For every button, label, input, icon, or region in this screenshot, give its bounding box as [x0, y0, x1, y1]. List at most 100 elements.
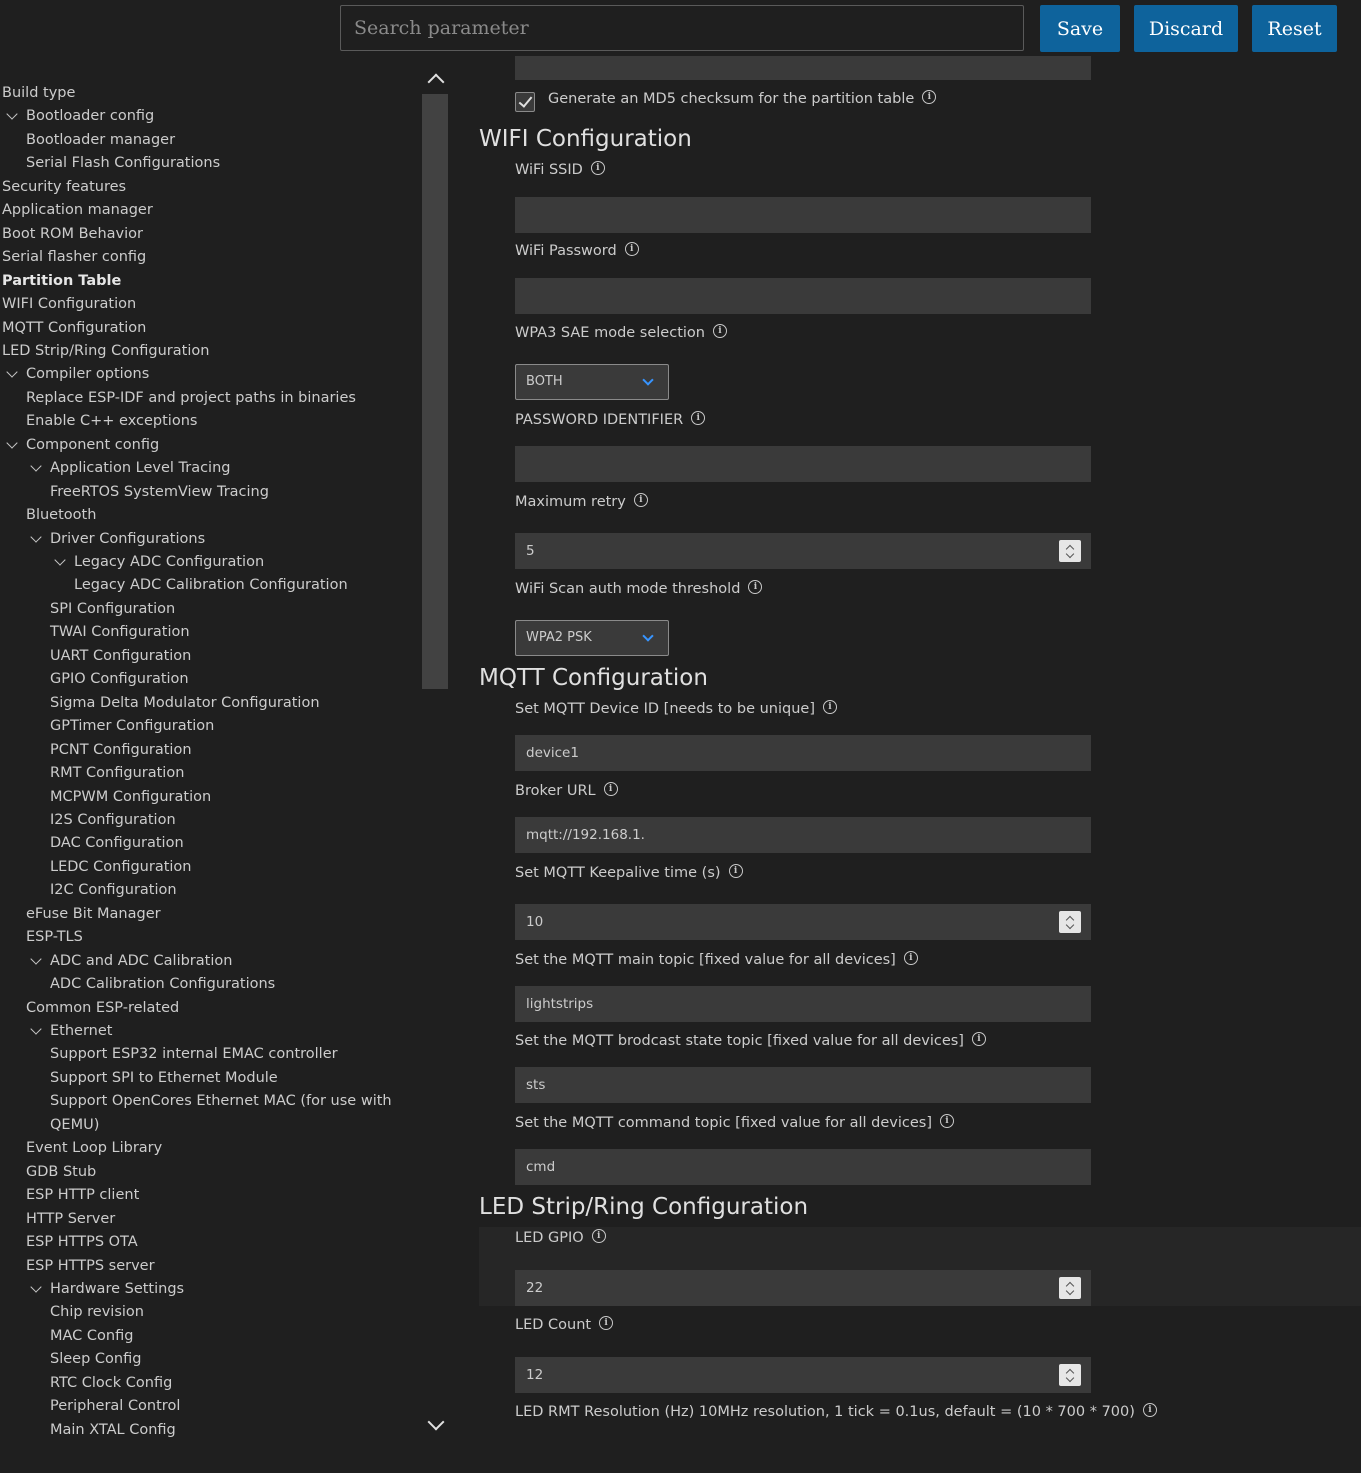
info-icon[interactable]: i	[603, 782, 618, 796]
sidebar-item[interactable]: Bootloader config	[6, 105, 154, 127]
wifi-password-input[interactable]	[515, 278, 1091, 314]
sidebar-item[interactable]: Support ESP32 internal EMAC controller	[50, 1043, 338, 1065]
sidebar-item[interactable]: eFuse Bit Manager	[26, 903, 161, 925]
sidebar-item[interactable]: TWAI Configuration	[50, 621, 190, 643]
info-icon[interactable]: i	[748, 580, 763, 594]
sidebar-item[interactable]: Compiler options	[6, 363, 149, 385]
sidebar-item[interactable]: Legacy ADC Configuration	[54, 551, 264, 573]
sidebar-item[interactable]: Chip revision	[50, 1301, 144, 1323]
sidebar-item[interactable]: DAC Configuration	[50, 832, 184, 854]
password-identifier-input[interactable]	[515, 446, 1091, 482]
sidebar-item[interactable]: MQTT Configuration	[2, 317, 146, 339]
mqtt-main-topic-input[interactable]: lightstrips	[515, 986, 1091, 1022]
sidebar-item[interactable]: LEDC Configuration	[50, 856, 191, 878]
sidebar-item[interactable]: Serial Flash Configurations	[26, 152, 220, 174]
sidebar-item[interactable]: Bootloader manager	[26, 129, 175, 151]
mqtt-state-topic-input[interactable]: sts	[515, 1067, 1091, 1103]
chevron-down-icon[interactable]	[54, 554, 66, 566]
number-stepper[interactable]	[1059, 911, 1081, 933]
sidebar-item[interactable]: Build type	[2, 82, 75, 104]
sidebar-item[interactable]: Serial flasher config	[2, 246, 146, 268]
sidebar-item[interactable]: UART Configuration	[50, 645, 191, 667]
discard-button[interactable]: Discard	[1134, 5, 1238, 52]
sidebar-item[interactable]: SPI Configuration	[50, 598, 175, 620]
chevron-down-icon[interactable]	[30, 1023, 42, 1035]
reset-button[interactable]: Reset	[1252, 5, 1337, 52]
info-icon[interactable]: i	[691, 411, 706, 425]
sidebar-item[interactable]: Sigma Delta Modulator Configuration	[50, 692, 320, 714]
sidebar-item[interactable]: Support SPI to Ethernet Module	[50, 1067, 278, 1089]
sidebar-item[interactable]: ESP HTTPS server	[26, 1255, 155, 1277]
info-icon[interactable]: i	[712, 324, 727, 338]
md5-checkbox[interactable]	[515, 92, 535, 112]
led-count-input[interactable]: 12	[515, 1357, 1091, 1393]
info-icon[interactable]: i	[971, 1032, 986, 1046]
max-retry-input[interactable]: 5	[515, 533, 1091, 569]
chevron-down-icon[interactable]	[6, 437, 18, 449]
sidebar-item[interactable]: ESP-TLS	[26, 926, 83, 948]
sidebar-item[interactable]: Driver Configurations	[30, 528, 205, 550]
sidebar-item[interactable]: Hardware Settings	[30, 1278, 184, 1300]
chevron-down-icon[interactable]	[30, 460, 42, 472]
sidebar-item[interactable]: Common ESP-related	[26, 997, 179, 1019]
sidebar-item[interactable]: PCNT Configuration	[50, 739, 192, 761]
sidebar-item[interactable]: LED Strip/Ring Configuration	[2, 340, 209, 362]
sidebar-item[interactable]: Peripheral Control	[50, 1395, 180, 1417]
number-stepper[interactable]	[1059, 1277, 1081, 1299]
scroll-up-icon[interactable]	[427, 72, 445, 91]
sidebar-item[interactable]: Component config	[6, 434, 159, 456]
number-stepper[interactable]	[1059, 1364, 1081, 1386]
chevron-down-icon[interactable]	[30, 531, 42, 543]
sidebar-item[interactable]: Boot ROM Behavior	[2, 223, 143, 245]
info-icon[interactable]: i	[728, 864, 743, 878]
sidebar-item[interactable]: Ethernet	[30, 1020, 112, 1042]
sidebar-item[interactable]: MCPWM Configuration	[50, 786, 211, 808]
sidebar-item[interactable]: Security features	[2, 176, 126, 198]
number-stepper[interactable]	[1059, 540, 1081, 562]
sidebar-item[interactable]: GPTimer Configuration	[50, 715, 214, 737]
sidebar-item[interactable]: Application manager	[2, 199, 153, 221]
sidebar-item[interactable]: RMT Configuration	[50, 762, 184, 784]
sidebar-item[interactable]: I2C Configuration	[50, 879, 177, 901]
scroll-down-icon[interactable]	[427, 1413, 445, 1431]
info-icon[interactable]: i	[903, 951, 918, 965]
broker-url-input[interactable]: mqtt://192.168.1.	[515, 817, 1091, 853]
sidebar-item[interactable]: MAC Config	[50, 1325, 133, 1347]
sidebar-item[interactable]: Support OpenCores Ethernet MAC (for use …	[50, 1090, 392, 1112]
info-icon[interactable]: i	[1142, 1403, 1157, 1417]
info-icon[interactable]: i	[823, 700, 837, 714]
info-icon[interactable]: i	[939, 1114, 954, 1128]
auth-threshold-select[interactable]: WPA2 PSK	[515, 620, 669, 656]
sidebar-item[interactable]: Bluetooth	[26, 504, 96, 526]
search-input[interactable]	[340, 5, 1024, 51]
sidebar-item[interactable]: FreeRTOS SystemView Tracing	[50, 481, 269, 503]
sidebar-item[interactable]: ADC Calibration Configurations	[50, 973, 275, 995]
sidebar-item[interactable]: Sleep Config	[50, 1348, 141, 1370]
chevron-down-icon[interactable]	[6, 366, 18, 378]
sidebar-item[interactable]: I2S Configuration	[50, 809, 176, 831]
sidebar-scrollbar[interactable]	[422, 94, 448, 689]
sidebar-item[interactable]: ESP HTTP client	[26, 1184, 139, 1206]
info-icon[interactable]: i	[599, 1316, 614, 1330]
sidebar-item[interactable]: GDB Stub	[26, 1161, 96, 1183]
sidebar-item[interactable]: HTTP Server	[26, 1208, 115, 1230]
sidebar-item[interactable]: ESP HTTPS OTA	[26, 1231, 138, 1253]
info-icon[interactable]: i	[591, 1229, 606, 1243]
wifi-ssid-input[interactable]	[515, 197, 1091, 233]
sidebar-item[interactable]: GPIO Configuration	[50, 668, 189, 690]
sidebar-item[interactable]: Legacy ADC Calibration Configuration	[74, 574, 348, 596]
sidebar-item[interactable]: Event Loop Library	[26, 1137, 162, 1159]
mqtt-device-id-input[interactable]: device1	[515, 735, 1091, 771]
sidebar-item[interactable]: Application Level Tracing	[30, 457, 230, 479]
sidebar-item[interactable]: Main XTAL Config	[50, 1419, 176, 1441]
sidebar-item[interactable]: Replace ESP-IDF and project paths in bin…	[26, 387, 356, 409]
sidebar-item[interactable]: Enable C++ exceptions	[26, 410, 197, 432]
sidebar-item[interactable]: RTC Clock Config	[50, 1372, 172, 1394]
wpa3-sae-select[interactable]: BOTH	[515, 364, 669, 400]
save-button[interactable]: Save	[1040, 5, 1120, 52]
sidebar-item[interactable]: Partition Table	[2, 270, 121, 292]
chevron-down-icon[interactable]	[6, 108, 18, 120]
sidebar-item[interactable]: ADC and ADC Calibration	[30, 950, 232, 972]
info-icon[interactable]: i	[624, 242, 639, 256]
led-gpio-input[interactable]: 22	[515, 1270, 1091, 1306]
